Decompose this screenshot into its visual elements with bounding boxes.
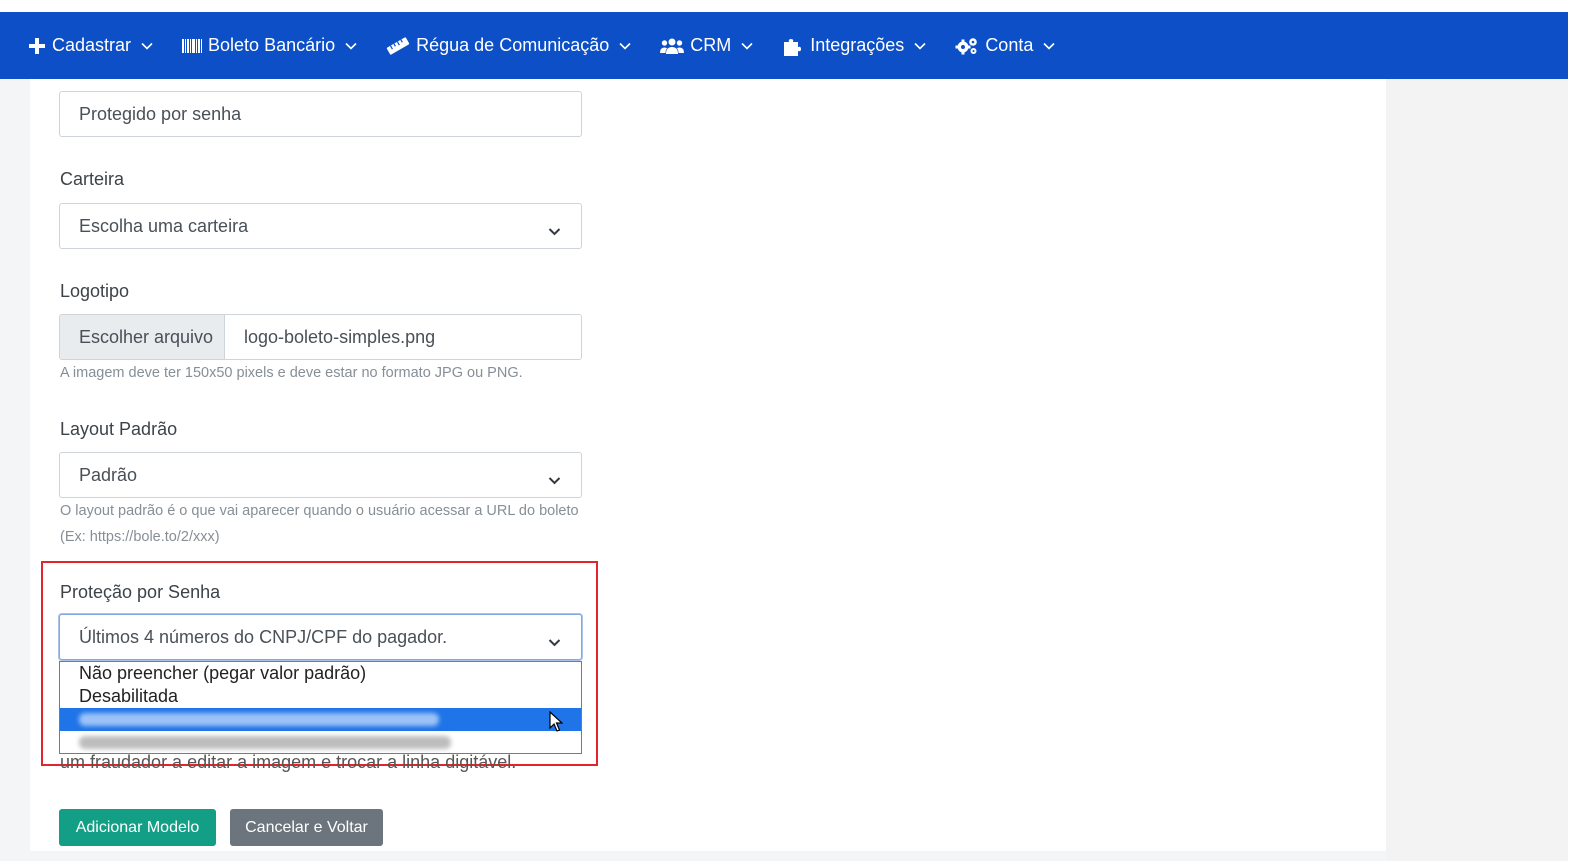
layout-selected-value: Padrão bbox=[79, 464, 138, 485]
users-icon bbox=[660, 37, 685, 55]
dropdown-option[interactable]: Desabilitada bbox=[60, 685, 581, 708]
cancel-back-button[interactable]: Cancelar e Voltar bbox=[230, 809, 383, 846]
carteira-select[interactable]: Escolha uma carteira bbox=[59, 203, 582, 249]
nav-item-label: Régua de Comunicação bbox=[416, 35, 610, 55]
nav-item-label: Integrações bbox=[810, 35, 905, 55]
dropdown-option[interactable]: Não preencher (pegar valor padrão) bbox=[60, 662, 581, 685]
ruler-icon bbox=[386, 36, 410, 55]
carteira-label: Carteira bbox=[60, 169, 125, 189]
logotipo-hint: A imagem deve ter 150x50 pixels e deve e… bbox=[60, 365, 523, 381]
password-protection-hint: um fraudador a editar a imagem e trocar … bbox=[60, 752, 517, 772]
nav-item-conta[interactable]: Conta bbox=[955, 35, 1055, 56]
password-protection-selected-value: Últimos 4 números do CNPJ/CPF do pagador… bbox=[79, 626, 448, 647]
dropdown-option-label: Não preencher (pegar valor padrão) bbox=[79, 663, 367, 683]
logotipo-label: Logotipo bbox=[60, 281, 130, 301]
chevron-down-icon bbox=[548, 631, 561, 652]
redacted-option-text bbox=[79, 713, 439, 726]
chevron-down-icon bbox=[1043, 42, 1055, 50]
chevron-down-icon bbox=[548, 469, 561, 490]
page-edge bbox=[1568, 0, 1586, 861]
logotipo-file-input[interactable]: Escolher arquivo logo-boleto-simples.png bbox=[59, 314, 582, 360]
gears-icon bbox=[955, 36, 979, 56]
chevron-down-icon bbox=[914, 42, 926, 50]
puzzle-icon bbox=[782, 36, 804, 56]
layout-select[interactable]: Padrão bbox=[59, 452, 582, 498]
layout-hint-line1: O layout padrão é o que vai aparecer qua… bbox=[60, 503, 579, 519]
nav-item-integracoes[interactable]: Integrações bbox=[782, 35, 926, 56]
dropdown-option-label: Desabilitada bbox=[79, 686, 179, 706]
password-protection-label: Proteção por Senha bbox=[60, 582, 221, 602]
add-template-button[interactable]: Adicionar Modelo bbox=[59, 809, 216, 846]
carteira-selected-value: Escolha uma carteira bbox=[79, 215, 249, 236]
nav-item-boleto-bancario[interactable]: Boleto Bancário bbox=[182, 35, 357, 56]
chevron-down-icon bbox=[619, 42, 631, 50]
nav-item-cadastrar[interactable]: Cadastrar bbox=[28, 35, 153, 56]
dropdown-option-highlighted[interactable] bbox=[60, 708, 581, 731]
main-navbar: Cadastrar Boleto Bancário Régua de Comun… bbox=[0, 12, 1568, 79]
layout-label: Layout Padrão bbox=[60, 419, 178, 439]
chevron-down-icon bbox=[548, 220, 561, 241]
chevron-down-icon bbox=[741, 42, 753, 50]
nav-item-label: Boleto Bancário bbox=[208, 35, 336, 55]
nav-item-label: Cadastrar bbox=[52, 35, 132, 55]
template-name-value: Protegido por senha bbox=[79, 103, 242, 124]
top-strip bbox=[0, 0, 1586, 12]
nav-item-regua-comunicacao[interactable]: Régua de Comunicação bbox=[386, 35, 631, 56]
right-background bbox=[1386, 79, 1568, 861]
barcode-icon bbox=[182, 38, 203, 54]
redacted-option-text bbox=[79, 736, 451, 749]
mouse-cursor-icon bbox=[549, 710, 564, 738]
nav-item-label: Conta bbox=[985, 35, 1034, 55]
nav-item-label: CRM bbox=[690, 35, 732, 55]
layout-hint-line2: (Ex: https://bole.to/2/xxx) bbox=[60, 529, 220, 545]
nav-item-crm[interactable]: CRM bbox=[660, 35, 753, 56]
chevron-down-icon bbox=[345, 42, 357, 50]
plus-icon bbox=[28, 37, 46, 55]
dropdown-option[interactable] bbox=[60, 731, 581, 754]
choose-file-button[interactable]: Escolher arquivo bbox=[60, 315, 225, 359]
password-protection-select[interactable]: Últimos 4 números do CNPJ/CPF do pagador… bbox=[59, 614, 582, 660]
chevron-down-icon bbox=[141, 42, 153, 50]
selected-file-name: logo-boleto-simples.png bbox=[244, 326, 436, 347]
password-protection-dropdown-list: Não preencher (pegar valor padrão) Desab… bbox=[59, 661, 582, 754]
template-name-input[interactable]: Protegido por senha bbox=[59, 91, 582, 137]
